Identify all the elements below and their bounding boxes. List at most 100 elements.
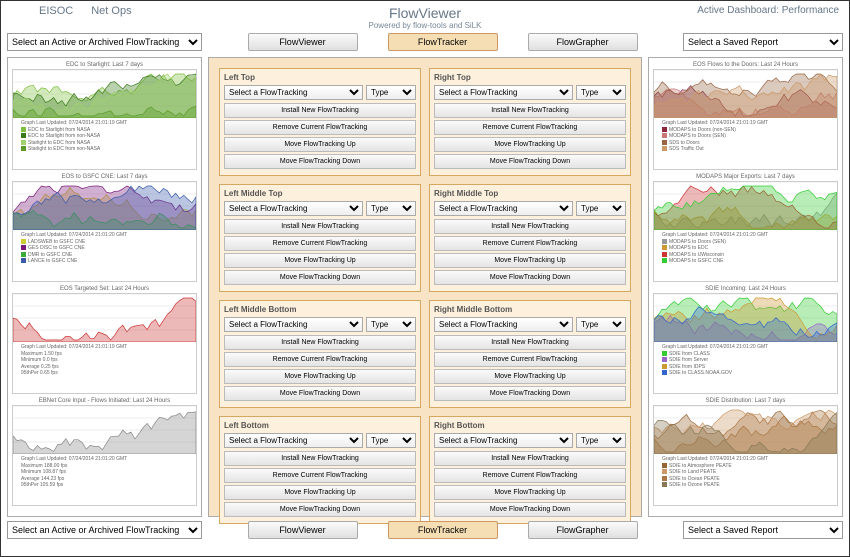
select-type[interactable]: Type: [366, 85, 416, 100]
config-grid: Left TopSelect a FlowTrackingTypeInstall…: [208, 57, 642, 517]
config-panel: Left Bottom Select a FlowTrackingType Inst…: [219, 416, 421, 524]
page-subtitle: Powered by flow-tools and SiLK: [207, 21, 643, 30]
remove-button[interactable]: Remove Current FlowTracking: [434, 468, 626, 483]
select-active-archived-top[interactable]: Select an Active or Archived FlowTrackin…: [7, 33, 202, 51]
install-button[interactable]: Install New FlowTracking: [224, 451, 416, 466]
install-button[interactable]: Install New FlowTracking: [434, 219, 626, 234]
install-button[interactable]: Install New FlowTracking: [224, 103, 416, 118]
remove-button[interactable]: Remove Current FlowTracking: [224, 468, 416, 483]
main-content: EDC to Starlight: Last 7 days Graph Last …: [7, 57, 843, 517]
flowtracker-button-top[interactable]: FlowTracker: [388, 33, 498, 51]
select-type[interactable]: Type: [366, 317, 416, 332]
config-panel-title: Left Middle Bottom: [224, 305, 416, 314]
graph-body: Graph Last Updated: 07/24/2014 21:01:19 …: [12, 69, 197, 170]
graph-title: EDC to Starlight: Last 7 days: [12, 62, 197, 68]
flowviewer-button-top[interactable]: FlowViewer: [248, 33, 358, 51]
config-panel-title: Left Top: [224, 73, 416, 82]
flowviewer-button-bottom[interactable]: FlowViewer: [248, 521, 358, 539]
remove-button[interactable]: Remove Current FlowTracking: [224, 120, 416, 135]
graph-title: SDIE Incoming: Last 24 Hours: [653, 286, 838, 292]
select-type[interactable]: Type: [576, 433, 626, 448]
config-panel: Left Middle Top Select a FlowTrackingType…: [219, 184, 421, 292]
move-down-button[interactable]: Move FlowTracking Down: [434, 154, 626, 169]
graph-body: Graph Last Updated: 07/24/2014 21:01:20 …: [12, 405, 197, 506]
app-root: EISOC Net Ops FlowViewer Powered by flow…: [1, 1, 849, 543]
config-panel-title: Right Middle Top: [434, 189, 626, 198]
graph-legend: Graph Last Updated: 07/24/2014 21:01:20 …: [654, 454, 837, 491]
select-active-archived-bottom[interactable]: Select an Active or Archived FlowTrackin…: [7, 521, 202, 539]
graph-card: EOS Targeted Set: Last 24 Hours Graph Las…: [12, 286, 197, 394]
flowgrapher-button-top[interactable]: FlowGrapher: [528, 33, 638, 51]
move-up-button[interactable]: Move FlowTracking Up: [434, 485, 626, 500]
install-button[interactable]: Install New FlowTracking: [434, 335, 626, 350]
config-panel-title: Left Middle Top: [224, 189, 416, 198]
select-flowtracking[interactable]: Select a FlowTracking: [434, 317, 573, 332]
install-button[interactable]: Install New FlowTracking: [434, 103, 626, 118]
toolbar-top: Select an Active or Archived FlowTrackin…: [7, 33, 843, 51]
page-title: FlowViewer: [207, 5, 643, 21]
move-up-button[interactable]: Move FlowTracking Up: [434, 253, 626, 268]
move-down-button[interactable]: Move FlowTracking Down: [434, 270, 626, 285]
link-eisoc[interactable]: EISOC: [39, 5, 73, 17]
select-type[interactable]: Type: [576, 201, 626, 216]
move-down-button[interactable]: Move FlowTracking Down: [224, 502, 416, 517]
select-saved-report-bottom[interactable]: Select a Saved Report: [683, 521, 843, 539]
select-flowtracking[interactable]: Select a FlowTracking: [224, 317, 363, 332]
flowgrapher-button-bottom[interactable]: FlowGrapher: [528, 521, 638, 539]
graph-body: Graph Last Updated: 07/24/2014 21:01:19 …: [12, 293, 197, 394]
move-up-button[interactable]: Move FlowTracking Up: [224, 485, 416, 500]
remove-button[interactable]: Remove Current FlowTracking: [224, 236, 416, 251]
move-down-button[interactable]: Move FlowTracking Down: [224, 270, 416, 285]
select-flowtracking[interactable]: Select a FlowTracking: [434, 433, 573, 448]
chart-svg: [13, 294, 196, 342]
move-down-button[interactable]: Move FlowTracking Down: [224, 386, 416, 401]
select-type[interactable]: Type: [366, 433, 416, 448]
chart-svg: [654, 294, 837, 342]
graph-title: EOS Targeted Set: Last 24 Hours: [12, 286, 197, 292]
flowtracker-button-bottom[interactable]: FlowTracker: [388, 521, 498, 539]
move-up-button[interactable]: Move FlowTracking Up: [224, 137, 416, 152]
select-flowtracking[interactable]: Select a FlowTracking: [434, 85, 573, 100]
move-up-button[interactable]: Move FlowTracking Up: [434, 369, 626, 384]
install-button[interactable]: Install New FlowTracking: [224, 219, 416, 234]
graph-body: Graph Last Updated: 07/24/2014 21:01:20 …: [653, 181, 838, 282]
graph-legend: Graph Last Updated: 07/24/2014 21:01:19 …: [13, 118, 196, 155]
chart-svg: [654, 182, 837, 230]
graph-legend: Graph Last Updated: 07/24/2014 21:01:19 …: [654, 118, 837, 155]
select-type[interactable]: Type: [576, 317, 626, 332]
graph-body: Graph Last Updated: 07/24/2014 21:01:19 …: [653, 69, 838, 170]
graph-card: SDIE Distribution: Last 7 daysGraph Last…: [653, 398, 838, 506]
graph-legend: Graph Last Updated: 07/24/2014 21:01:20 …: [654, 230, 837, 267]
config-panel: Left Top Select a FlowTrackingType Install…: [219, 68, 421, 176]
config-panel-title: Left Bottom: [224, 421, 416, 430]
graph-title: EOS Flows to the Doors: Last 24 Hours: [653, 62, 838, 68]
graph-legend: Graph Last Updated: 07/24/2014 21:01:20 …: [13, 230, 196, 267]
header: EISOC Net Ops FlowViewer Powered by flow…: [7, 5, 843, 29]
install-button[interactable]: Install New FlowTracking: [434, 451, 626, 466]
graph-body: Graph Last Updated: 07/24/2014 21:01:20 …: [653, 293, 838, 394]
config-panel: Right TopSelect a FlowTrackingTypeInstal…: [429, 68, 631, 176]
move-up-button[interactable]: Move FlowTracking Up: [434, 137, 626, 152]
remove-button[interactable]: Remove Current FlowTracking: [434, 352, 626, 367]
select-flowtracking[interactable]: Select a FlowTracking: [224, 85, 363, 100]
move-up-button[interactable]: Move FlowTracking Up: [224, 369, 416, 384]
move-down-button[interactable]: Move FlowTracking Down: [224, 154, 416, 169]
move-down-button[interactable]: Move FlowTracking Down: [434, 502, 626, 517]
graph-legend: Graph Last Updated: 07/24/2014 21:01:20 …: [13, 454, 196, 491]
select-type[interactable]: Type: [366, 201, 416, 216]
graph-legend: Graph Last Updated: 07/24/2014 21:01:19 …: [13, 342, 196, 379]
select-saved-report-top[interactable]: Select a Saved Report: [683, 33, 843, 51]
remove-button[interactable]: Remove Current FlowTracking: [224, 352, 416, 367]
remove-button[interactable]: Remove Current FlowTracking: [434, 236, 626, 251]
move-up-button[interactable]: Move FlowTracking Up: [224, 253, 416, 268]
install-button[interactable]: Install New FlowTracking: [224, 335, 416, 350]
remove-button[interactable]: Remove Current FlowTracking: [434, 120, 626, 135]
select-flowtracking[interactable]: Select a FlowTracking: [224, 201, 363, 216]
select-type[interactable]: Type: [576, 85, 626, 100]
link-netops[interactable]: Net Ops: [91, 5, 131, 17]
select-flowtracking[interactable]: Select a FlowTracking: [434, 201, 573, 216]
move-down-button[interactable]: Move FlowTracking Down: [434, 386, 626, 401]
graph-title: EOS to GSFC CNE: Last 7 days: [12, 174, 197, 180]
select-flowtracking[interactable]: Select a FlowTracking: [224, 433, 363, 448]
toolbar-bottom: Select an Active or Archived FlowTrackin…: [7, 521, 843, 539]
